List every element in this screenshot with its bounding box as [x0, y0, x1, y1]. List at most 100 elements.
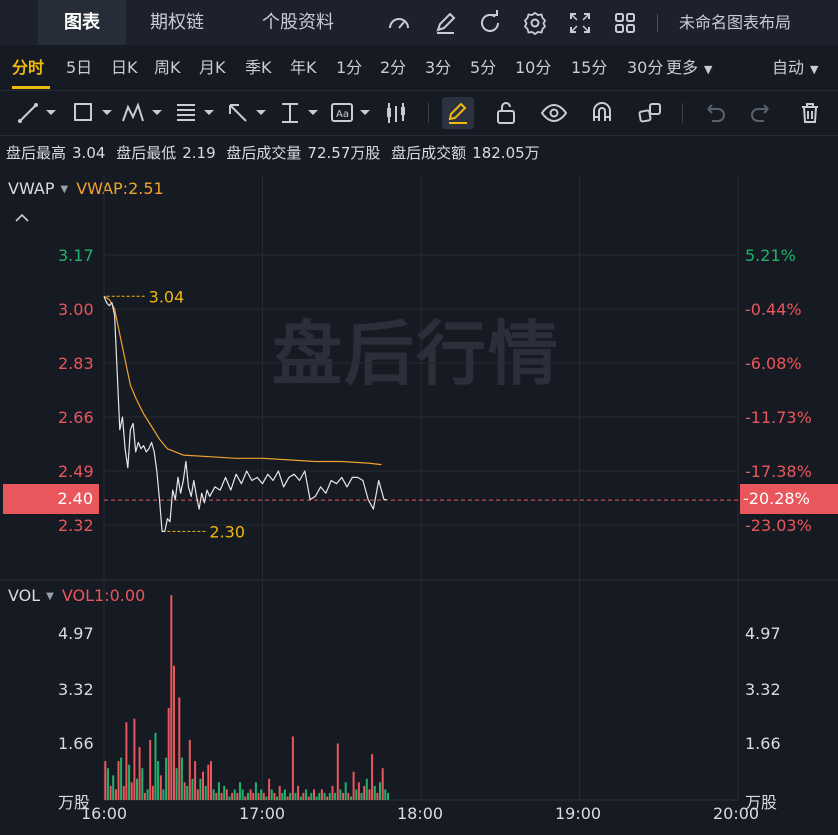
volume-bar: [125, 722, 128, 800]
volume-bar: [302, 792, 305, 800]
volume-bar: [130, 782, 133, 800]
volume-bar: [167, 708, 170, 800]
volume-bar: [194, 761, 197, 800]
volume-bar: [128, 764, 131, 800]
high-marker-label: 3.04: [149, 287, 185, 306]
price-markers: 3.04 2.30: [106, 287, 245, 541]
volume-bar: [350, 796, 352, 800]
volume-bar: [257, 792, 260, 800]
price-lines: [103, 295, 387, 533]
volume-bar: [339, 789, 342, 800]
volume-bar: [210, 761, 212, 800]
volume-bar: [344, 782, 347, 800]
volume-bar: [157, 761, 160, 800]
volume-bar: [154, 732, 157, 800]
volume-bar: [315, 796, 318, 800]
y-tick-left: 3.17: [58, 246, 94, 265]
volume-bar: [326, 796, 329, 800]
chart-canvas[interactable]: 3.04 2.30: [0, 0, 838, 835]
volume-bar: [318, 792, 321, 800]
volume-bar: [104, 761, 107, 800]
volume-bar: [202, 771, 204, 800]
volume-bar: [151, 785, 154, 800]
volume-bar: [122, 785, 125, 800]
y-tick-right: 5.21%: [745, 246, 796, 265]
volume-bar: [223, 785, 226, 800]
volume-bar: [162, 789, 165, 800]
volume-bar: [212, 789, 215, 800]
volume-bar: [289, 792, 292, 800]
volume-bar: [254, 782, 257, 800]
volume-bar: [376, 792, 379, 800]
volume-bar: [133, 718, 136, 800]
volume-bar: [342, 792, 345, 800]
current-price-badge: 2.40: [3, 484, 99, 514]
y-tick-right: -11.73%: [745, 408, 812, 427]
volume-bar: [368, 789, 371, 800]
volume-bar: [328, 792, 331, 800]
volume-bar: [180, 757, 183, 800]
volume-bar: [173, 665, 175, 800]
vol-tick-left: 3.32: [58, 680, 94, 699]
chevron-down-icon[interactable]: ▼: [46, 591, 54, 602]
volume-bar: [239, 782, 241, 800]
y-tick-right: -0.44%: [745, 300, 802, 319]
volume-bar: [138, 747, 141, 800]
volume-bar: [204, 785, 207, 800]
volume-bar: [283, 789, 286, 800]
volume-bar: [384, 789, 387, 800]
x-tick: 20:00: [713, 804, 760, 823]
volume-bar: [313, 789, 315, 800]
volume-bar: [387, 792, 389, 800]
volume-bar: [241, 789, 244, 800]
vol1-value: VOL1:0.00: [61, 586, 146, 605]
volume-bar: [323, 792, 326, 800]
volume-bar: [109, 785, 112, 800]
volume-bar: [178, 697, 181, 800]
y-tick-left: 3.00: [58, 300, 94, 319]
volume-bar: [360, 792, 363, 800]
volume-bar: [320, 789, 323, 800]
volume-bar: [186, 785, 189, 800]
volume-bar: [379, 782, 381, 800]
volume-bar: [191, 778, 194, 800]
volume-bar: [373, 785, 376, 800]
volume-bar: [262, 792, 265, 800]
volume-bar: [217, 782, 220, 800]
volume-bar: [165, 757, 168, 800]
volume-bar: [276, 796, 278, 800]
volume-bar: [334, 792, 337, 800]
y-tick-right: -17.38%: [745, 462, 812, 481]
y-tick-left: 2.66: [58, 408, 94, 427]
volume-bar: [371, 754, 374, 800]
volume-bar: [106, 768, 109, 800]
vol-tick-right: 3.32: [745, 680, 781, 699]
volume-bar: [233, 789, 236, 800]
volume-bar: [159, 775, 162, 800]
volume-bar: [297, 785, 300, 800]
volume-bar: [268, 778, 271, 800]
volume-bar: [291, 736, 294, 800]
vwap-line: [103, 295, 382, 466]
y-tick-left: 2.32: [58, 516, 94, 535]
volume-bar: [170, 595, 173, 800]
volume-bar: [294, 792, 297, 800]
volume-legend: VOL ▼ VOL1:0.00: [8, 586, 145, 605]
volume-bar: [347, 792, 350, 800]
x-tick: 16:00: [81, 804, 128, 823]
volume-bar: [365, 778, 368, 800]
volume-bar: [270, 789, 273, 800]
volume-bar: [352, 771, 355, 800]
volume-bar: [117, 761, 120, 800]
volume-bar: [231, 792, 234, 800]
volume-bar: [247, 792, 249, 800]
volume-bar: [112, 775, 115, 800]
volume-bar: [114, 789, 117, 800]
x-tick: 18:00: [397, 804, 444, 823]
volume-bar: [244, 796, 247, 800]
volume-bar: [307, 796, 310, 800]
volume-indicator-name[interactable]: VOL: [8, 586, 40, 605]
volume-bar: [278, 785, 281, 800]
vol-tick-left: 4.97: [58, 624, 94, 643]
volume-bar: [149, 739, 152, 800]
